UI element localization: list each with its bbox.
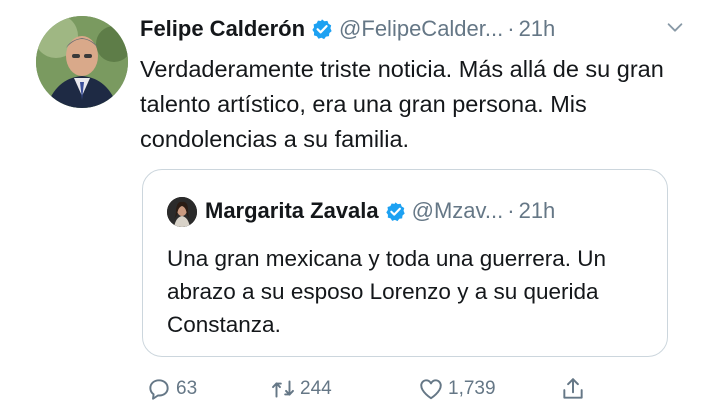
author-name[interactable]: Felipe Calderón: [140, 16, 305, 42]
verified-badge-icon: [385, 201, 406, 222]
retweet-button[interactable]: 244: [270, 372, 332, 406]
reply-count: 63: [176, 378, 198, 399]
tweet-header: Felipe Calderón @FelipeCalder... · 21h: [140, 12, 700, 46]
author-handle[interactable]: @FelipeCalder...: [339, 16, 503, 42]
quoted-tweet-header: Margarita Zavala @Mzav... · 21h: [205, 194, 555, 228]
quoted-tweet-text: Una gran mexicana y toda una guerrera. U…: [167, 246, 607, 337]
chevron-down-icon[interactable]: [664, 16, 686, 38]
reply-icon: [146, 376, 172, 402]
share-button[interactable]: [560, 372, 586, 406]
like-count: 1,739: [448, 378, 496, 399]
quoted-tweet[interactable]: Margarita Zavala @Mzav... · 21h Una gran…: [142, 169, 668, 357]
verified-badge-icon: [311, 18, 333, 40]
separator-dot: ·: [507, 16, 515, 41]
author-avatar-image: [36, 16, 128, 108]
retweet-icon: [270, 376, 296, 402]
tweet-card[interactable]: Felipe Calderón @FelipeCalder... · 21h V…: [0, 0, 704, 416]
author-avatar[interactable]: [36, 16, 128, 108]
tweet-text: Verdaderamente triste noticia. Más allá …: [140, 56, 664, 152]
retweet-count: 244: [300, 378, 332, 399]
tweet-actions: 63 244 1,739: [140, 372, 700, 406]
separator-dot: ·: [507, 198, 515, 223]
quoted-author-avatar[interactable]: [167, 197, 197, 227]
tweet-timestamp[interactable]: 21h: [519, 16, 556, 42]
quoted-tweet-timestamp[interactable]: 21h: [519, 198, 556, 224]
heart-icon: [418, 376, 444, 402]
reply-button[interactable]: 63: [146, 372, 197, 406]
share-icon: [560, 376, 586, 402]
quoted-author-handle[interactable]: @Mzav...: [412, 198, 504, 224]
quoted-author-avatar-image: [167, 197, 197, 227]
quoted-author-name[interactable]: Margarita Zavala: [205, 198, 379, 224]
like-button[interactable]: 1,739: [418, 372, 496, 406]
